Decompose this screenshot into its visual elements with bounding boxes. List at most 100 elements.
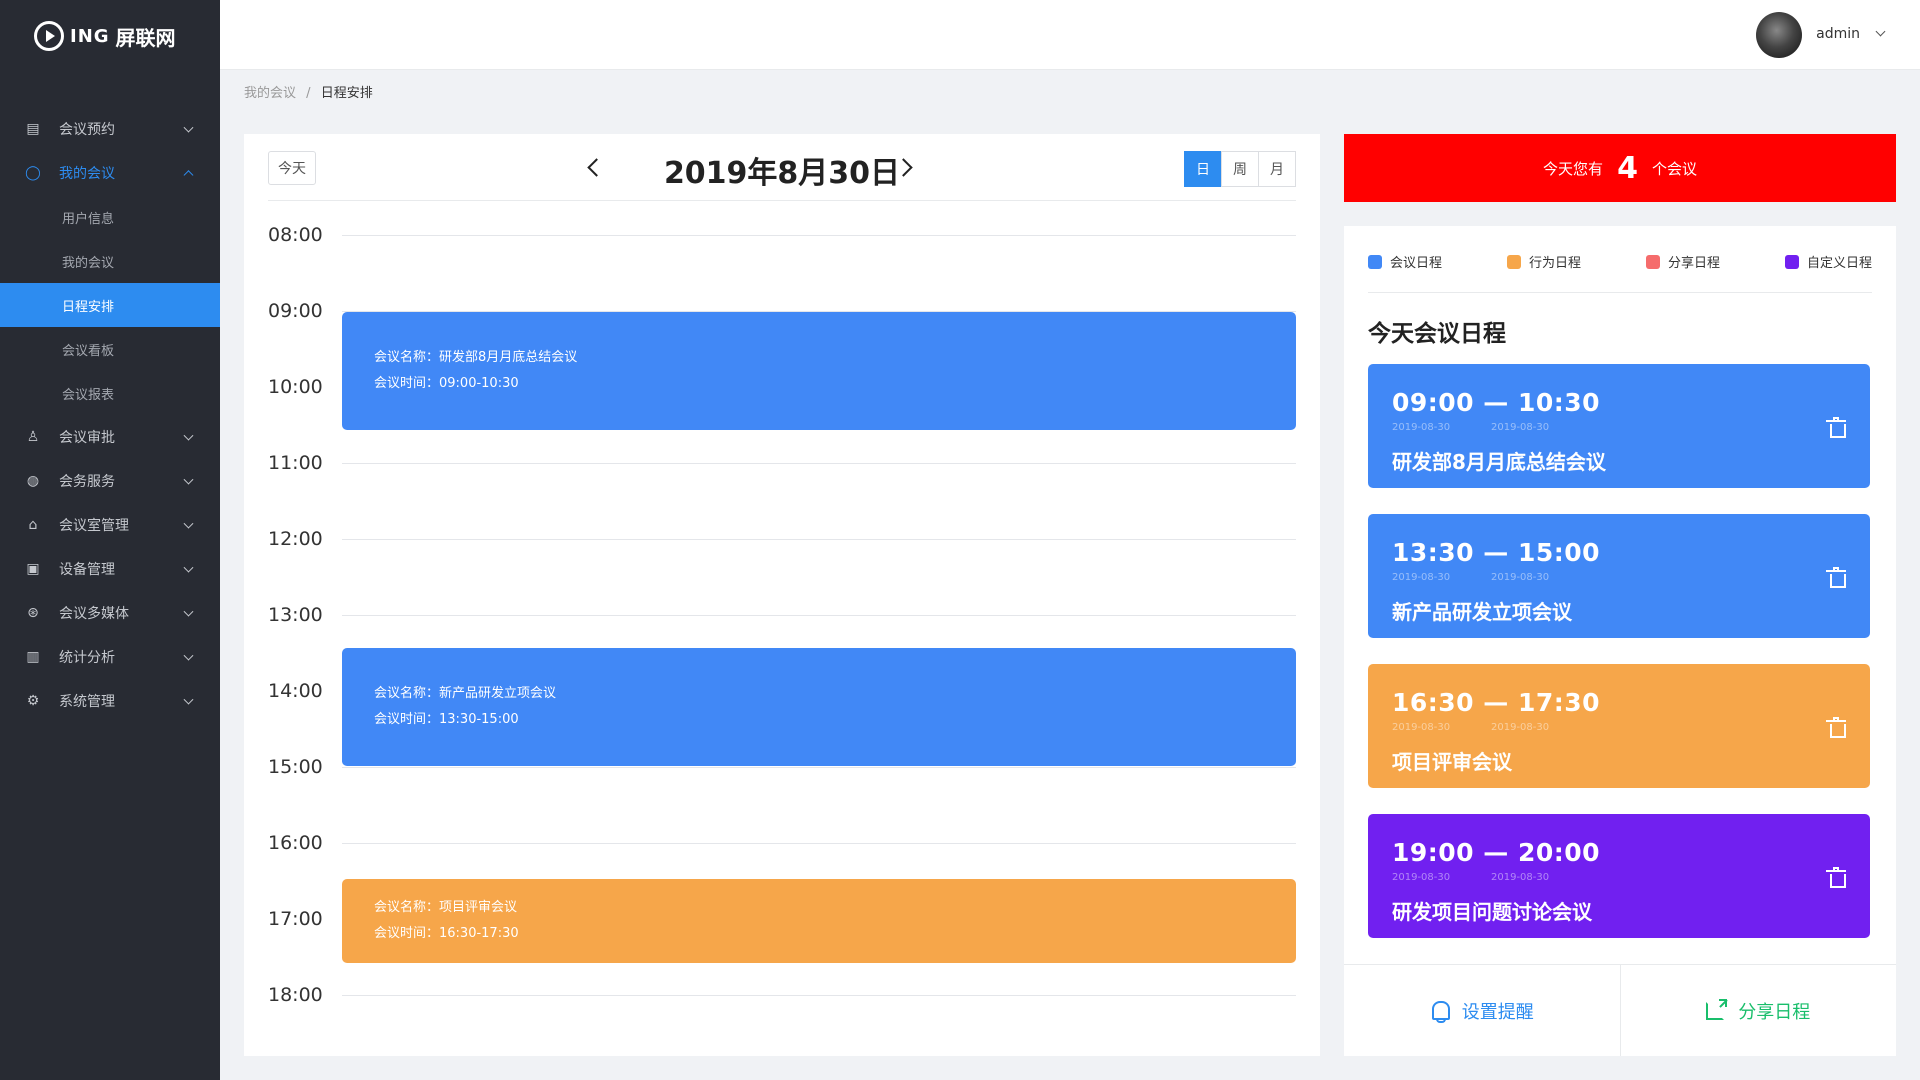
event-time: 会议时间：13:30-15:00 [374, 712, 519, 727]
stamp-icon: ♙ [26, 429, 40, 445]
breadcrumb-sep: / [306, 86, 311, 101]
card-start-date: 2019-08-30 [1392, 872, 1451, 883]
divider [1368, 292, 1872, 293]
user-icon: ◯ [25, 165, 41, 181]
today-summary: 今天您有 4 个会议 [1344, 134, 1896, 202]
chevron-down-icon [183, 606, 194, 617]
day-calendar: 今天 2019年8月30日 日 周 月 08:00 09:00 10:00 11… [244, 134, 1320, 1056]
trash-icon[interactable] [1826, 867, 1846, 888]
legend-swatch [1506, 254, 1521, 269]
avatar[interactable] [1756, 12, 1802, 58]
hour-line [342, 843, 1296, 844]
menu-item-room[interactable]: ⌂ 会议室管理 [0, 503, 220, 547]
submenu-item-board[interactable]: 会议看板 [0, 327, 220, 371]
chevron-down-icon [183, 562, 194, 573]
menu-item-system[interactable]: ⚙ 系统管理 [0, 679, 220, 723]
calendar-event[interactable]: 会议名称：项目评审会议 会议时间：16:30-17:30 [342, 879, 1296, 963]
logo: ING 屏联网 [0, 0, 220, 72]
view-day-button[interactable]: 日 [1184, 151, 1222, 187]
legend-swatch [1645, 254, 1660, 269]
trash-icon[interactable] [1826, 417, 1846, 438]
chevron-down-icon [183, 122, 194, 133]
hour-label: 11:00 [268, 452, 323, 474]
card-name: 研发项目问题讨论会议 [1392, 900, 1592, 924]
panel-footer: 设置提醒 分享日程 [1344, 964, 1896, 1056]
hour-label: 12:00 [268, 528, 323, 550]
card-start-date: 2019-08-30 [1392, 722, 1451, 733]
schedule-panel: 会议日程 行为日程 分享日程 自定义日程 今天会议日程 09:00 — 10:3… [1344, 226, 1896, 1056]
trash-icon[interactable] [1826, 717, 1846, 738]
menu-item-booking[interactable]: ▤ 会议预约 [0, 107, 220, 151]
chevron-down-icon [183, 650, 194, 661]
view-week-button[interactable]: 周 [1221, 151, 1259, 187]
calendar-event[interactable]: 会议名称：研发部8月月底总结会议 会议时间：09:00-10:30 [342, 312, 1296, 430]
calendar-event[interactable]: 会议名称：新产品研发立项会议 会议时间：13:30-15:00 [342, 648, 1296, 766]
hour-label: 15:00 [268, 756, 323, 778]
submenu-item-schedule[interactable]: 日程安排 [0, 283, 220, 327]
sidebar: ING 屏联网 ▤ 会议预约 ◯ 我的会议 用户信息 我的会议 日程安排 会议看板 … [0, 0, 220, 1080]
panel-title: 今天会议日程 [1368, 321, 1506, 347]
legend-swatch [1368, 254, 1382, 269]
legend-label: 行为日程 [1528, 256, 1581, 271]
breadcrumb-parent[interactable]: 我的会议 [244, 86, 296, 101]
menu-label: 会议审批 [59, 430, 115, 446]
legend-item: 自定义日程 [1784, 252, 1872, 271]
breadcrumb-current: 日程安排 [320, 86, 373, 101]
hour-label: 08:00 [268, 224, 323, 246]
share-icon [1706, 998, 1728, 1020]
event-time: 会议时间：09:00-10:30 [374, 376, 519, 391]
view-month-button[interactable]: 月 [1258, 151, 1296, 187]
event-name: 会议名称：项目评审会议 [374, 900, 518, 915]
schedule-card[interactable]: 09:00 — 10:30 2019-08-30 2019-08-30 研发部8… [1368, 364, 1870, 488]
chevron-up-icon [183, 170, 194, 181]
menu-item-service[interactable]: ◍ 会务服务 [0, 459, 220, 503]
hour-line [342, 539, 1296, 540]
hour-line [342, 995, 1296, 996]
card-name: 项目评审会议 [1392, 750, 1512, 774]
logo-ing-text: ING [70, 25, 110, 47]
share-schedule-button[interactable]: 分享日程 [1619, 965, 1897, 1056]
menu-item-approval[interactable]: ♙ 会议审批 [0, 415, 220, 459]
submenu-item-report[interactable]: 会议报表 [0, 371, 220, 415]
legend-item: 行为日程 [1506, 252, 1581, 271]
divider [268, 200, 1296, 201]
submenu-label: 日程安排 [62, 299, 115, 315]
menu-item-device[interactable]: ▣ 设备管理 [0, 547, 220, 591]
hour-line [342, 463, 1296, 464]
legend-label: 会议日程 [1390, 256, 1443, 271]
submenu-item-my-meetings[interactable]: 我的会议 [0, 239, 220, 283]
schedule-card[interactable]: 16:30 — 17:30 2019-08-30 2019-08-30 项目评审… [1368, 664, 1870, 788]
schedule-card[interactable]: 19:00 — 20:00 2019-08-30 2019-08-30 研发项目… [1368, 814, 1870, 938]
schedule-card[interactable]: 13:30 — 15:00 2019-08-30 2019-08-30 新产品研… [1368, 514, 1870, 638]
hour-label: 17:00 [268, 908, 323, 930]
trash-icon[interactable] [1826, 567, 1846, 588]
legend-label: 自定义日程 [1806, 256, 1872, 271]
menu-item-my-meetings[interactable]: ◯ 我的会议 [0, 151, 220, 195]
card-name: 研发部8月月底总结会议 [1392, 450, 1606, 474]
hour-label: 13:00 [268, 604, 323, 626]
chart-icon: ▥ [26, 649, 40, 665]
menu-label: 会议多媒体 [59, 606, 129, 622]
submenu-item-user-info[interactable]: 用户信息 [0, 195, 220, 239]
card-time: 19:00 — 20:00 [1392, 838, 1601, 867]
event-name: 会议名称：研发部8月月底总结会议 [374, 350, 578, 365]
set-reminder-button[interactable]: 设置提醒 [1344, 965, 1620, 1056]
menu-item-stats[interactable]: ▥ 统计分析 [0, 635, 220, 679]
user-name[interactable]: admin [1816, 26, 1860, 42]
hour-label: 16:00 [268, 832, 323, 854]
card-time: 13:30 — 15:00 [1392, 538, 1601, 567]
hour-label: 09:00 [268, 300, 323, 322]
service-icon: ◍ [26, 473, 40, 489]
legend-item: 分享日程 [1645, 252, 1720, 271]
card-end-date: 2019-08-30 [1491, 722, 1550, 733]
reminder-label: 设置提醒 [1461, 1001, 1534, 1023]
chevron-down-icon[interactable] [1875, 26, 1886, 37]
summary-count: 4 [1617, 150, 1638, 186]
hour-line [342, 235, 1296, 236]
play-logo-icon [34, 21, 64, 51]
menu-label: 会议预约 [59, 122, 115, 138]
hour-label: 14:00 [268, 680, 323, 702]
menu-item-media[interactable]: ⊛ 会议多媒体 [0, 591, 220, 635]
date-title: 2019年8月30日 [663, 156, 901, 191]
legend-swatch [1784, 254, 1799, 269]
